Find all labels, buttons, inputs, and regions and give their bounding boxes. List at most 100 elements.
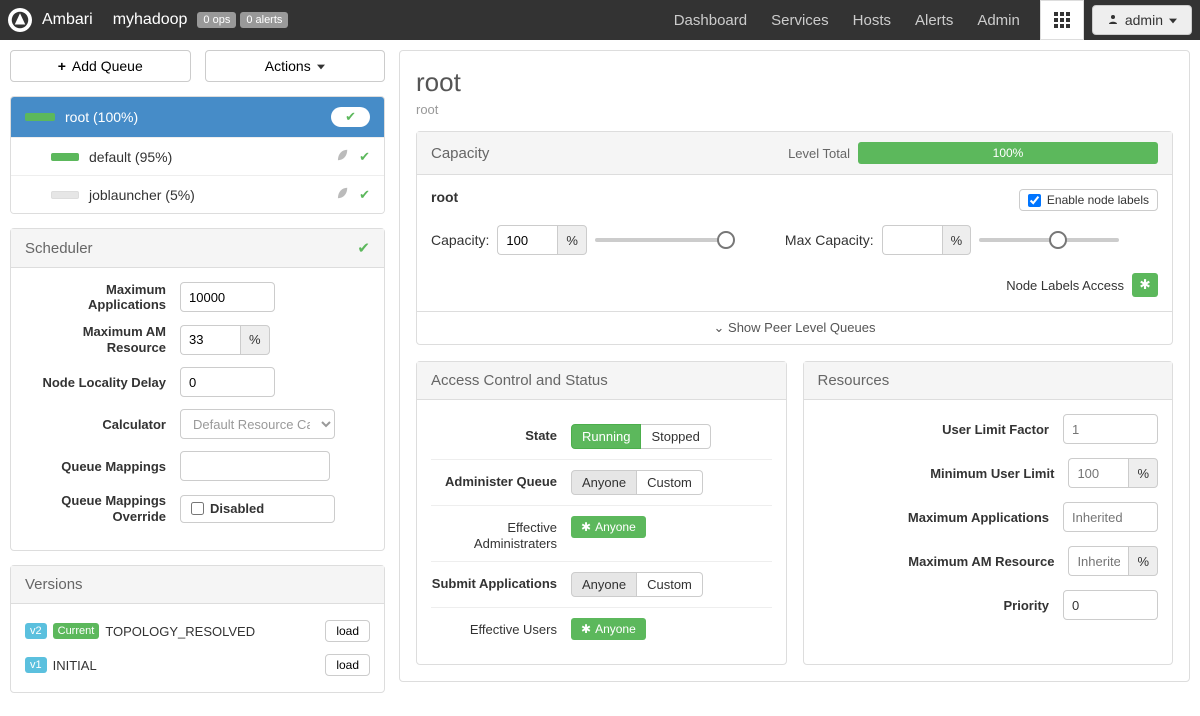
capacity-input[interactable] [497, 225, 557, 255]
max-am-label: Maximum AM Resource [25, 324, 180, 355]
eff-users-label: Effective Users [431, 618, 571, 638]
node-locality-label: Node Locality Delay [25, 375, 180, 390]
caret-down-icon [317, 58, 325, 74]
capacity-root-label: root [431, 189, 458, 205]
state-toggle[interactable]: Running Stopped [571, 424, 711, 449]
pct-suffix: % [1128, 458, 1158, 488]
max-capacity-label: Max Capacity: [785, 232, 874, 248]
level-total-label: Level Total [788, 146, 850, 161]
load-button[interactable]: load [325, 620, 370, 642]
version-name: TOPOLOGY_RESOLVED [105, 624, 325, 639]
queue-label: joblauncher (5%) [89, 187, 335, 203]
capacity-head: Capacity [431, 145, 489, 162]
priority-input[interactable] [1063, 590, 1158, 620]
level-total-bar: 100% [858, 142, 1158, 164]
calculator-select[interactable]: Default Resource Cal [180, 409, 335, 439]
pct-suffix: % [942, 225, 972, 255]
nav-services[interactable]: Services [759, 0, 841, 40]
nav-dashboard[interactable]: Dashboard [662, 0, 759, 40]
cluster-name[interactable]: myhadoop [113, 11, 188, 29]
eff-admins-label: Effective Administraters [431, 516, 571, 551]
enable-node-labels-checkbox[interactable]: Enable node labels [1019, 189, 1158, 211]
check-icon: ✔ [345, 109, 356, 124]
anyone-button[interactable]: Anyone [571, 470, 637, 495]
submit-apps-toggle[interactable]: Anyone Custom [571, 572, 703, 597]
queue-row-root[interactable]: root (100%) ✔ [11, 97, 384, 138]
slider-thumb[interactable] [717, 231, 735, 249]
slider-thumb[interactable] [1049, 231, 1067, 249]
ops-badge[interactable]: 0 ops [197, 12, 236, 28]
current-tag: Current [53, 623, 100, 639]
actions-dropdown[interactable]: Actions [205, 50, 386, 82]
pct-suffix: % [557, 225, 587, 255]
max-am-input[interactable] [180, 325, 240, 355]
pct-suffix: % [240, 325, 270, 355]
nav-admin[interactable]: Admin [965, 0, 1032, 40]
version-name: INITIAL [53, 658, 326, 673]
running-button[interactable]: Running [571, 424, 641, 449]
max-apps-label: Maximum Applications [25, 282, 180, 312]
admin-queue-toggle[interactable]: Anyone Custom [571, 470, 703, 495]
nav-alerts[interactable]: Alerts [903, 0, 965, 40]
resources-head: Resources [804, 362, 1173, 400]
user-limit-factor-input[interactable] [1063, 414, 1158, 444]
user-label: admin [1125, 12, 1163, 28]
node-labels-access-button[interactable]: ✱ [1132, 273, 1158, 297]
anyone-button[interactable]: Anyone [571, 572, 637, 597]
priority-label: Priority [818, 598, 1064, 613]
acl-panel: Access Control and Status State Running … [416, 361, 787, 665]
user-icon [1107, 12, 1119, 28]
res-max-am-input[interactable] [1068, 546, 1128, 576]
min-user-limit-label: Minimum User Limit [818, 466, 1069, 481]
max-capacity-input[interactable] [882, 225, 942, 255]
pct-suffix: % [1128, 546, 1158, 576]
versions-title: Versions [25, 576, 83, 593]
show-peer-toggle[interactable]: ⌄ Show Peer Level Queues [417, 311, 1172, 344]
alerts-badge[interactable]: 0 alerts [240, 12, 288, 28]
add-queue-button[interactable]: Add Queue [10, 50, 191, 82]
min-user-limit-input[interactable] [1068, 458, 1128, 488]
ambari-logo [8, 8, 32, 32]
anyone-tag: ✱Anyone [571, 618, 646, 640]
stopped-button[interactable]: Stopped [641, 424, 710, 449]
queue-row-default[interactable]: default (95%) ✔ [11, 138, 384, 176]
queue-title: root [416, 67, 1173, 98]
user-menu-button[interactable]: admin [1092, 5, 1192, 35]
top-nav: Ambari myhadoop 0 ops 0 alerts Dashboard… [0, 0, 1200, 40]
submit-apps-label: Submit Applications [431, 572, 571, 592]
override-label: Queue Mappings Override [25, 493, 180, 524]
max-apps-input[interactable] [180, 282, 275, 312]
load-button[interactable]: load [325, 654, 370, 676]
queue-mappings-label: Queue Mappings [25, 459, 180, 474]
nav-hosts[interactable]: Hosts [841, 0, 903, 40]
asterisk-icon: ✱ [581, 622, 591, 636]
custom-button[interactable]: Custom [637, 572, 703, 597]
breadcrumb: root [416, 102, 1173, 117]
asterisk-icon: ✱ [1139, 277, 1150, 293]
version-tag: v2 [25, 623, 47, 639]
check-icon: ✔ [359, 149, 370, 165]
capacity-slider[interactable] [595, 238, 735, 242]
node-locality-input[interactable] [180, 367, 275, 397]
capacity-bar [25, 113, 55, 121]
scheduler-title: Scheduler [25, 240, 93, 257]
version-row: v2 Current TOPOLOGY_RESOLVED load [25, 614, 370, 648]
queue-mappings-input[interactable] [180, 451, 330, 481]
version-tag: v1 [25, 657, 47, 673]
node-labels-access-label: Node Labels Access [1006, 278, 1124, 293]
capacity-bar [51, 191, 79, 199]
plus-icon [58, 58, 72, 74]
asterisk-icon: ✱ [581, 520, 591, 534]
max-capacity-slider[interactable] [979, 238, 1119, 242]
caret-down-icon [1169, 12, 1177, 28]
check-icon: ✔ [359, 187, 370, 203]
queue-row-joblauncher[interactable]: joblauncher (5%) ✔ [11, 176, 384, 213]
leaf-icon [335, 148, 349, 165]
apps-grid-button[interactable] [1040, 0, 1084, 40]
custom-button[interactable]: Custom [637, 470, 703, 495]
res-max-apps-input[interactable] [1063, 502, 1158, 532]
override-checkbox[interactable]: Disabled [180, 495, 335, 523]
anyone-tag: ✱Anyone [571, 516, 646, 538]
calculator-label: Calculator [25, 417, 180, 432]
queue-detail-panel: root root Capacity Level Total 100% root… [399, 50, 1190, 682]
